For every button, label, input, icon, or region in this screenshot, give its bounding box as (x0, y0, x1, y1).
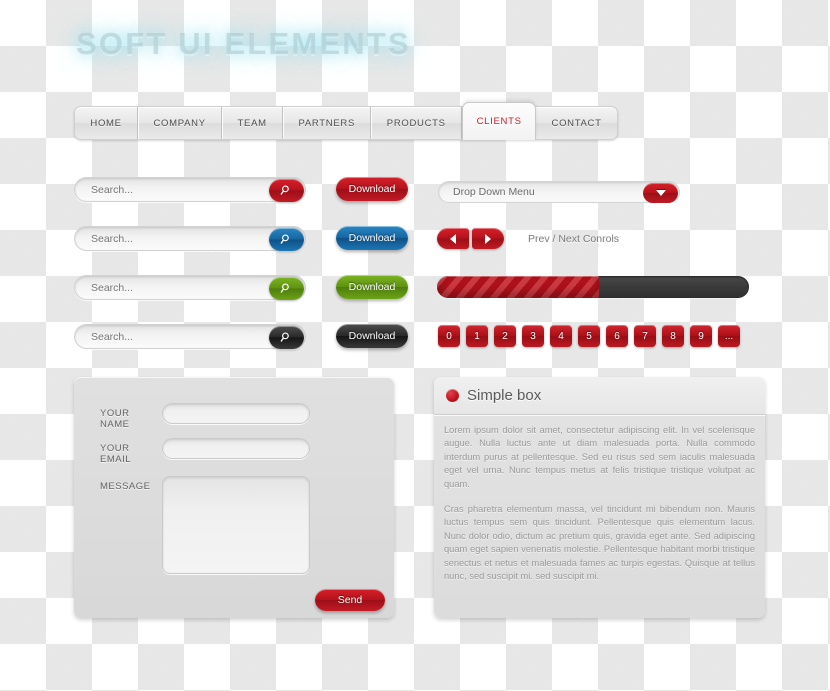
search-input[interactable] (75, 232, 265, 245)
search-button-blue[interactable] (269, 228, 304, 251)
page-button-5[interactable]: 5 (578, 325, 600, 347)
nav-item-label: COMPANY (153, 117, 206, 129)
nav-item-home[interactable]: HOME (75, 107, 139, 139)
send-button[interactable]: Send (315, 589, 385, 611)
chevron-down-icon[interactable] (643, 183, 678, 203)
magnifier-icon (280, 283, 289, 293)
page-button-ellipsisellipsisellipsis[interactable]: ... (718, 325, 740, 347)
nav-item-label: PRODUCTS (386, 117, 446, 129)
simple-box-header: Simple box (434, 377, 765, 415)
search-input[interactable] (75, 183, 265, 196)
nav-item-label: PARTNERS (298, 117, 355, 129)
message-field[interactable] (162, 476, 310, 574)
pagination: 0 1 2 3 4 5 6 7 8 9... (438, 325, 740, 347)
simple-box-title: Simple box (467, 387, 542, 404)
nav-item-products[interactable]: PRODUCTS (371, 107, 463, 139)
field-row-name: YOUR NAME (100, 403, 310, 430)
simple-box-panel: Simple box Lorem ipsum dolor sit amet, c… (434, 377, 765, 618)
search-box-blue (74, 226, 306, 251)
search-box-black (74, 324, 306, 349)
name-label: YOUR NAME (100, 408, 130, 430)
simple-box-body: Lorem ipsum dolor sit amet, consectetur … (434, 415, 765, 583)
magnifier-icon (280, 234, 289, 244)
nav-item-label: CLIENTS (476, 116, 522, 127)
dropdown-label: Drop Down Menu (453, 186, 535, 198)
nav-item-clients[interactable]: CLIENTS (462, 102, 537, 140)
prev-button[interactable] (437, 228, 469, 249)
page-title: SOFT UI ELEMENTS (76, 26, 411, 61)
prev-next-label: Prev / Next Conrols (528, 232, 620, 245)
ui-kit-canvas: SOFT UI ELEMENTS HOME COMPANY TEAM PARTNERS… (0, 0, 830, 691)
page-button-9[interactable]: 9 (690, 325, 712, 347)
email-field[interactable] (162, 438, 310, 459)
download-button-black[interactable]: Download (336, 324, 408, 348)
control-row-green: Download (74, 275, 408, 300)
red-circle-icon (446, 389, 459, 402)
page-button-7[interactable]: 7 (634, 325, 656, 347)
field-row-message: MESSAGE (100, 476, 310, 574)
prev-next-controls: Prev / Next Conrols (437, 228, 619, 249)
progress-bar-fill (437, 276, 600, 298)
field-row-email: YOUR EMAIL (100, 438, 310, 465)
dropdown-menu[interactable]: Drop Down Menu (438, 181, 680, 203)
email-label: YOUR EMAIL (100, 443, 132, 465)
nav-item-label: HOME (90, 117, 122, 129)
search-input[interactable] (75, 281, 265, 294)
message-label: MESSAGE (100, 481, 151, 492)
control-row-red: Download (74, 177, 408, 202)
nav-item-label: TEAM (237, 117, 267, 129)
download-button-red[interactable]: Download (336, 177, 408, 201)
name-field[interactable] (162, 403, 310, 424)
magnifier-icon (280, 332, 289, 342)
nav-item-team[interactable]: TEAM (222, 107, 284, 139)
page-button-8[interactable]: 8 (662, 325, 684, 347)
download-button-green[interactable]: Download (336, 275, 408, 299)
magnifier-icon (280, 185, 289, 195)
simple-box-paragraph: Cras pharetra elementum massa, vel tinci… (444, 504, 755, 582)
control-row-blue: Download (74, 226, 408, 251)
nav-item-partners[interactable]: PARTNERS (283, 107, 372, 139)
page-button-2[interactable]: 2 (494, 325, 516, 347)
nav-item-contact[interactable]: CONTACT (536, 107, 617, 139)
search-button-red[interactable] (269, 179, 304, 202)
next-button[interactable] (472, 228, 504, 249)
download-button-blue[interactable]: Download (336, 226, 408, 250)
search-box-green (74, 275, 306, 300)
search-input[interactable] (75, 330, 265, 343)
page-button-0[interactable]: 0 (438, 325, 460, 347)
progress-bar (437, 276, 749, 298)
search-button-green[interactable] (269, 277, 304, 300)
page-button-6[interactable]: 6 (606, 325, 628, 347)
page-button-1[interactable]: 1 (466, 325, 488, 347)
page-button-3[interactable]: 3 (522, 325, 544, 347)
simple-box-paragraph: Lorem ipsum dolor sit amet, consectetur … (444, 425, 755, 489)
control-row-black: Download (74, 324, 408, 349)
contact-form-panel: YOUR NAME YOUR EMAIL MESSAGE Send (74, 377, 394, 618)
main-navigation: HOME COMPANY TEAM PARTNERS PRODUCTS CLIENTS CO… (74, 102, 618, 140)
nav-item-company[interactable]: COMPANY (138, 107, 223, 139)
search-button-black[interactable] (269, 326, 304, 349)
search-box-red (74, 177, 306, 202)
page-button-4[interactable]: 4 (550, 325, 572, 347)
nav-item-label: CONTACT (551, 117, 602, 129)
